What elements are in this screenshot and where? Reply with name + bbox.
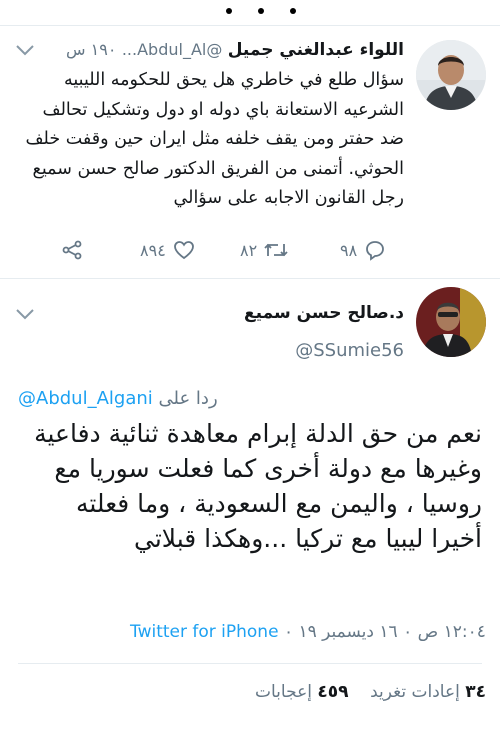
source-link[interactable]: Twitter for iPhone (130, 622, 279, 642)
chevron-down-icon[interactable] (14, 42, 36, 58)
retweets-label: إعادات تغريد (370, 682, 460, 702)
top-strip (0, 0, 500, 22)
divider (18, 663, 482, 664)
retweet-icon (263, 238, 289, 262)
parent-timestamp: ١٩٠ س (66, 40, 117, 59)
indicator-dot (290, 8, 296, 14)
share-icon (60, 238, 84, 262)
heart-icon (172, 238, 196, 262)
parent-author-handle[interactable]: @Abdul_Al... (122, 40, 223, 59)
main-author-name[interactable]: د.صالح حسن سميع (244, 303, 404, 323)
parent-header: اللواء عبدالغني جميل @Abdul_Al... ١٩٠ س (14, 40, 404, 64)
reply-prefix: ردا على (158, 388, 218, 409)
main-tweet-text: نعم من حق الدلة إبرام معاهدة ثنائية دفاع… (34, 419, 482, 553)
parent-author-name[interactable]: اللواء عبدالغني جميل (228, 40, 404, 60)
indicator-dot (258, 8, 264, 14)
retweets-stat[interactable]: ٣٤ إعادات تغريد (365, 682, 486, 702)
main-author-handle[interactable]: @SSumie56 (295, 340, 404, 361)
tweet-meta: Twitter for iPhone ١٢:٠٤ ص ٠ ١٦ ديسمبر ١… (130, 622, 486, 642)
tweet-timestamp: ١٢:٠٤ ص ٠ ١٦ ديسمبر ١٩ ٠ (283, 622, 486, 642)
share-button[interactable] (60, 236, 84, 264)
retweets-count: ٣٤ (465, 682, 486, 702)
likes-stat[interactable]: ٤٥٩ إعجابات (255, 682, 348, 702)
likes-count: ٤٥٩ (317, 682, 349, 702)
like-button[interactable]: ٨٩٤ (140, 236, 196, 264)
reply-button[interactable]: ٩٨ (340, 236, 387, 264)
like-count: ٨٩٤ (140, 240, 166, 260)
retweet-count: ٨٢ (240, 240, 258, 260)
divider (0, 278, 500, 279)
parent-action-bar: ٨٩٤ ٨٢ ٩٨ (60, 236, 400, 264)
parent-avatar[interactable] (416, 40, 486, 110)
parent-tweet-text: سؤال طلع في خاطري هل يحق للحكومه الليبيه… (25, 70, 404, 208)
main-avatar[interactable] (416, 287, 486, 357)
reply-icon (363, 238, 387, 262)
chevron-down-icon[interactable] (14, 306, 36, 322)
indicator-dot (226, 8, 232, 14)
divider (0, 25, 500, 26)
reply-to-link[interactable]: @Abdul_Algani (18, 388, 153, 409)
reply-count: ٩٨ (340, 240, 358, 260)
likes-label: إعجابات (255, 682, 312, 702)
retweet-button[interactable]: ٨٢ (240, 236, 289, 264)
reply-context: @Abdul_Algani ردا على (18, 388, 218, 409)
tweet-stats: ٣٤ إعادات تغريد ٤٥٩ إعجابات (255, 682, 486, 702)
